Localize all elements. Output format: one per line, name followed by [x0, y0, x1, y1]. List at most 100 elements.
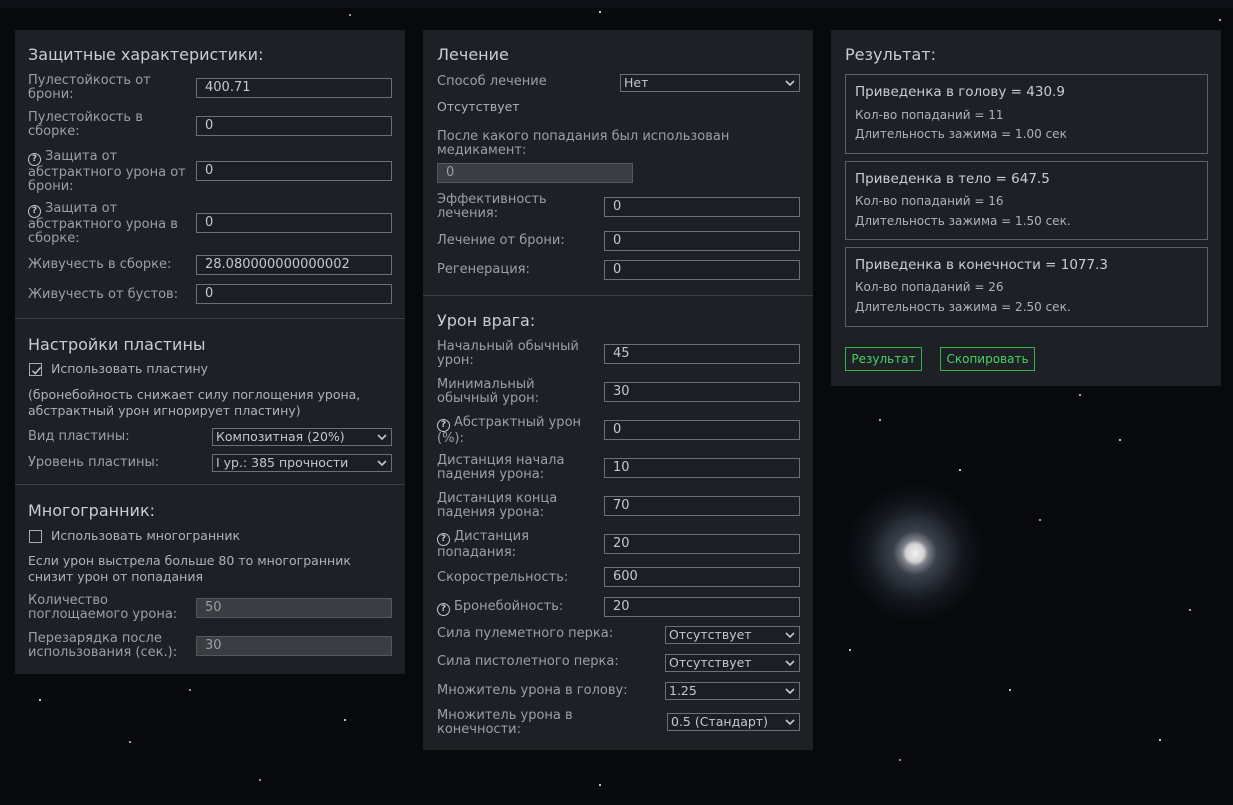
build-bullet-resistance-input[interactable]: 0 — [196, 116, 392, 136]
build-abstract-defense-input[interactable]: 0 — [196, 213, 392, 233]
result-head-hold: Длительность зажима = 1.00 сек — [855, 127, 1067, 141]
defense-column: Защитные характеристики: Пулестойкость о… — [15, 30, 405, 674]
help-icon[interactable]: ? — [437, 603, 450, 616]
after-hit-label: После какого попадания был использован м… — [437, 129, 730, 158]
top-bar — [0, 0, 1233, 8]
result-button[interactable]: Результат — [845, 347, 922, 371]
fire-rate-input[interactable]: 600 — [604, 567, 800, 587]
defense-label-5: Живучесть от бустов: — [28, 287, 179, 302]
armor-bullet-resistance-input[interactable]: 400.71 — [196, 78, 392, 98]
chevron-down-icon — [785, 632, 795, 639]
efficiency-label: Эффективность лечения: — [437, 192, 547, 221]
plate-level-value: I ур.: 385 прочности — [216, 455, 349, 470]
defense-label-2: ? Защита от абстрактного урона от брони: — [28, 149, 186, 194]
healing-method-select[interactable]: Нет — [620, 74, 800, 92]
copy-button[interactable]: Скопировать — [940, 347, 1035, 371]
after-hit-input[interactable]: 0 — [437, 163, 633, 183]
healing-method-value: Нет — [624, 75, 649, 90]
result-limbs-title: Приведенка в конечности = 1077.3 — [855, 257, 1108, 273]
hit-distance-input[interactable]: 20 — [604, 534, 800, 554]
result-limbs-hits: Кол-во попаданий = 26 — [855, 280, 1004, 294]
use-plate-checkbox[interactable] — [29, 363, 42, 376]
defense-label-1: Пулестойкость в сборке: — [28, 110, 143, 139]
initial-damage-input[interactable]: 45 — [604, 344, 800, 364]
enemy-select-label-1: Сила пистолетного перка: — [437, 654, 619, 669]
min-damage-input[interactable]: 30 — [604, 382, 800, 402]
limb-multiplier-select[interactable]: 0.5 (Стандарт) — [667, 713, 800, 731]
polyhedron-reload-input[interactable]: 30 — [196, 636, 392, 656]
use-polyhedron-label: Использовать многогранник — [51, 528, 240, 543]
result-box-body: Приведенка в тело = 647.5 Кол-во попадан… — [845, 161, 1208, 240]
enemy-label-2: ? Абстрактный урон (%): — [437, 415, 582, 446]
mg-perk-value: Отсутствует — [669, 627, 752, 642]
defense-label-0: Пулестойкость от брони: — [28, 73, 151, 102]
plate-level-label: Уровень пластины: — [28, 455, 160, 470]
enemy-title: Урон врага: — [437, 311, 536, 330]
plate-type-select[interactable]: Композитная (20%) — [212, 428, 392, 446]
enemy-label-4: Дистанция конца падения урона: — [437, 491, 558, 520]
head-multiplier-value: 1.25 — [669, 683, 697, 698]
polyhedron-absorb-input[interactable]: 50 — [196, 598, 392, 618]
enemy-select-label-2: Множитель урона в голову: — [437, 683, 628, 698]
mg-perk-select[interactable]: Отсутствует — [665, 626, 800, 644]
checkmark-icon — [32, 366, 42, 375]
chevron-down-icon — [377, 460, 387, 467]
enemy-label-7: ? Бронебойность: — [437, 600, 563, 616]
healing-method-label: Способ лечение — [437, 74, 547, 89]
plate-title: Настройки пластины — [28, 335, 206, 354]
healing-damage-column: Лечение Способ лечение Нет Отсутствует П… — [423, 30, 813, 750]
plate-level-select[interactable]: I ур.: 385 прочности — [212, 454, 392, 472]
armor-penetration-input[interactable]: 20 — [604, 597, 800, 617]
result-body-hold: Длительность зажима = 1.50 сек. — [855, 214, 1071, 228]
efficiency-input[interactable]: 0 — [604, 197, 800, 217]
result-head-title: Приведенка в голову = 430.9 — [855, 84, 1065, 100]
defense-title: Защитные характеристики: — [28, 45, 264, 64]
result-limbs-hold: Длительность зажима = 2.50 сек. — [855, 300, 1071, 314]
enemy-label-1: Минимальный обычный урон: — [437, 377, 540, 406]
defense-section: Защитные характеристики: Пулестойкость о… — [15, 30, 405, 318]
healing-title: Лечение — [437, 45, 509, 64]
regen-label: Регенерация: — [437, 262, 530, 277]
pistol-perk-select[interactable]: Отсутствует — [665, 654, 800, 672]
enemy-label-5: ? Дистанция попадания: — [437, 529, 529, 560]
polyhedron-section: Многогранник: Использовать многогранник … — [15, 485, 405, 674]
healing-status: Отсутствует — [437, 99, 520, 114]
enemy-select-label-3: Множитель урона в конечности: — [437, 708, 573, 737]
head-multiplier-select[interactable]: 1.25 — [665, 682, 800, 700]
chevron-down-icon — [785, 660, 795, 667]
plate-note: (бронебойность снижает силу поглощения у… — [28, 387, 361, 418]
plate-section: Настройки пластины Использовать пластину… — [15, 319, 405, 484]
enemy-label-6: Скорострельность: — [437, 570, 569, 585]
armor-heal-label: Лечение от брони: — [437, 233, 565, 248]
falloff-start-input[interactable]: 10 — [604, 458, 800, 478]
regen-input[interactable]: 0 — [604, 260, 800, 280]
enemy-label-3: Дистанция начала падения урона: — [437, 453, 565, 482]
falloff-end-input[interactable]: 70 — [604, 496, 800, 516]
enemy-label-0: Начальный обычный урон: — [437, 339, 579, 368]
result-head-hits: Кол-во попаданий = 11 — [855, 108, 1004, 122]
healing-section: Лечение Способ лечение Нет Отсутствует П… — [423, 30, 813, 295]
armor-abstract-defense-input[interactable]: 0 — [196, 161, 392, 181]
enemy-select-label-0: Сила пулеметного перка: — [437, 626, 614, 641]
limb-multiplier-value: 0.5 (Стандарт) — [671, 714, 768, 729]
use-plate-label: Использовать пластину — [51, 361, 209, 376]
polyhedron-title: Многогранник: — [28, 501, 155, 520]
result-body-title: Приведенка в тело = 647.5 — [855, 171, 1050, 187]
chevron-down-icon — [785, 688, 795, 695]
chevron-down-icon — [785, 80, 795, 87]
plate-type-value: Композитная (20%) — [216, 429, 345, 444]
polyhedron-absorb-label: Количество поглощаемого урона: — [28, 593, 178, 622]
abstract-damage-input[interactable]: 0 — [604, 420, 800, 440]
pistol-perk-value: Отсутствует — [669, 655, 752, 670]
result-column: Результат: Приведенка в голову = 430.9 К… — [831, 30, 1221, 386]
plate-type-label: Вид пластины: — [28, 429, 130, 444]
use-polyhedron-checkbox[interactable] — [29, 530, 42, 543]
boost-vitality-input[interactable]: 0 — [196, 284, 392, 304]
result-box-head: Приведенка в голову = 430.9 Кол-во попад… — [845, 74, 1208, 154]
defense-label-3: ? Защита от абстрактного урона в сборке: — [28, 201, 178, 246]
result-body-hits: Кол-во попаданий = 16 — [855, 194, 1004, 208]
build-vitality-input[interactable]: 28.080000000000002 — [196, 255, 392, 275]
armor-heal-input[interactable]: 0 — [604, 231, 800, 251]
result-title: Результат: — [845, 45, 936, 64]
result-box-limbs: Приведенка в конечности = 1077.3 Кол-во … — [845, 247, 1208, 327]
